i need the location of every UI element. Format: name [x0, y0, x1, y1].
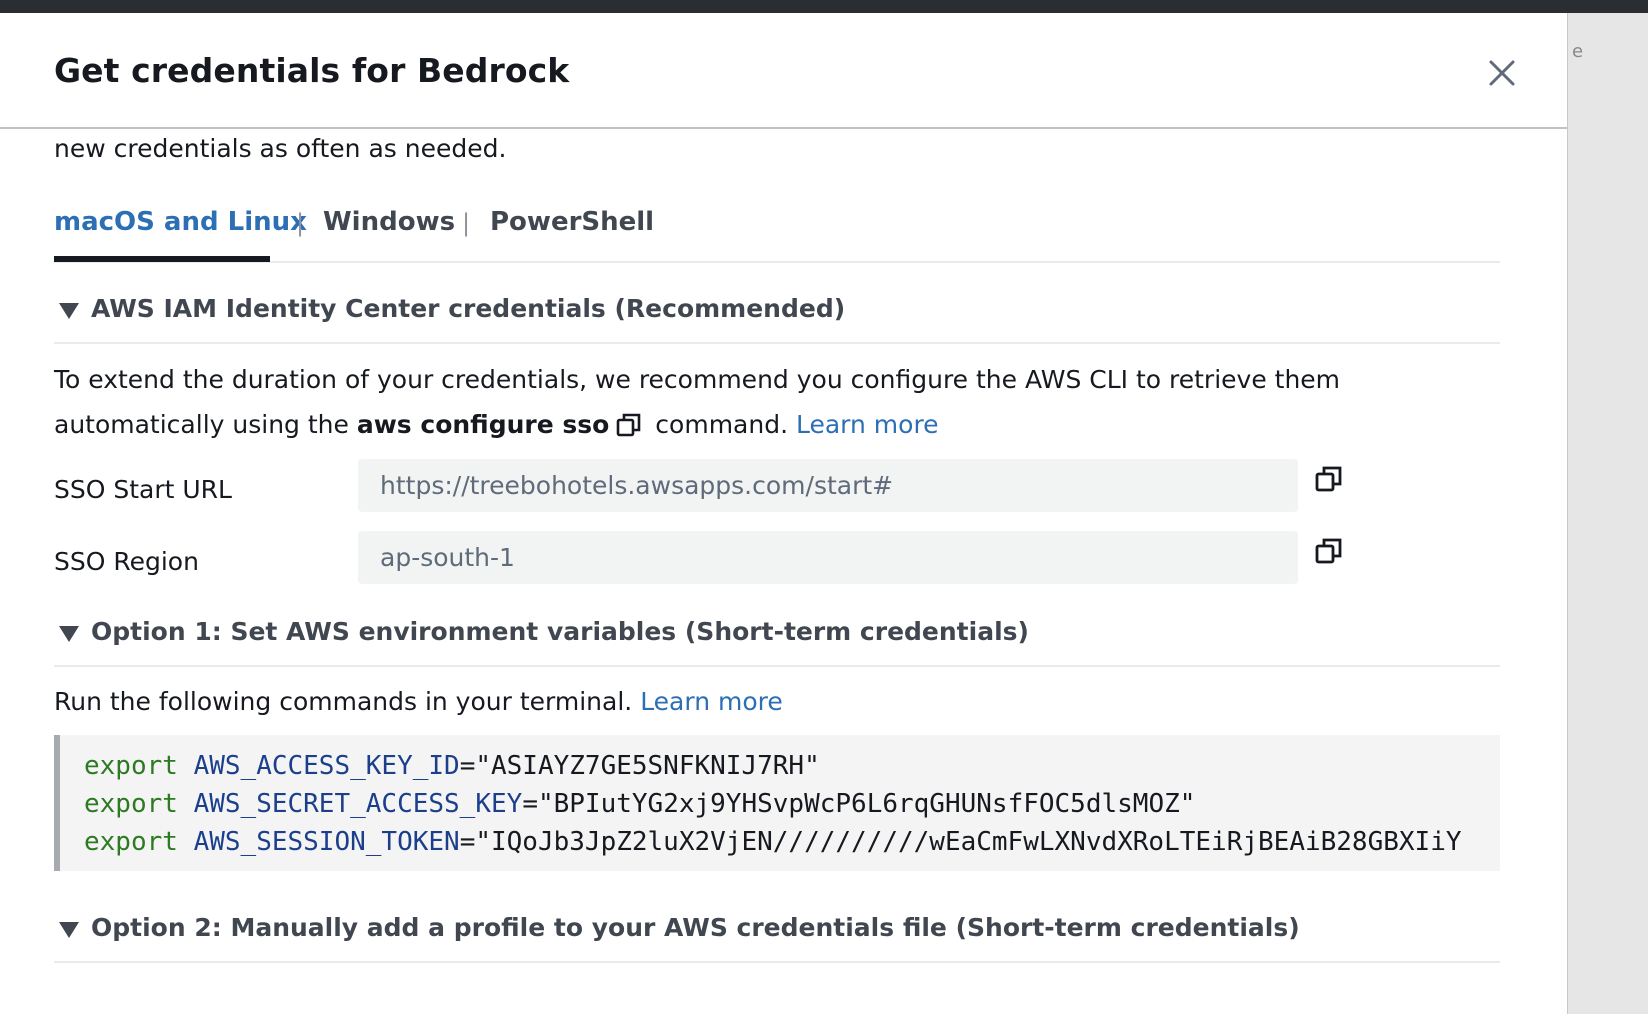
close-icon — [1489, 60, 1515, 86]
copy-icon — [1315, 538, 1342, 564]
copy-icon — [617, 413, 641, 437]
option2-section-toggle[interactable]: Option 2: Manually add a profile to your… — [54, 913, 1500, 963]
option1-heading: Option 1: Set AWS environment variables … — [91, 617, 1029, 646]
os-tabs: macOS and Linux | Windows | PowerShell — [54, 197, 1500, 263]
identity-center-desc-line1: To extend the duration of your credentia… — [54, 365, 1341, 394]
caret-down-icon — [59, 626, 79, 642]
tab-macos-linux[interactable]: macOS and Linux — [54, 207, 307, 237]
sso-region-label: SSO Region — [54, 547, 199, 576]
credentials-modal: Get credentials for Bedrock new credenti… — [0, 13, 1568, 1014]
desc-suffix: command. — [655, 410, 789, 439]
learn-more-link[interactable]: Learn more — [796, 410, 939, 439]
option1-learn-more-link[interactable]: Learn more — [640, 687, 783, 716]
code-line: export AWS_ACCESS_KEY_ID="ASIAYZ7GE5SNFK… — [84, 751, 820, 781]
code-keyword: export — [84, 789, 178, 819]
tab-powershell[interactable]: PowerShell — [490, 207, 654, 237]
copy-start-url-button[interactable] — [1314, 464, 1344, 494]
identity-center-desc-line2: automatically using the aws configure ss… — [54, 410, 939, 439]
code-variable: AWS_SECRET_ACCESS_KEY — [193, 789, 523, 819]
sso-region-field[interactable]: ap-south-1 — [358, 531, 1298, 584]
sso-command-text: aws configure sso — [356, 410, 610, 439]
active-tab-indicator — [54, 256, 270, 262]
browser-top-bar — [0, 0, 1648, 13]
code-keyword: export — [84, 827, 178, 857]
option1-desc: Run the following commands in your termi… — [54, 687, 783, 716]
sso-start-url-field[interactable]: https://treebohotels.awsapps.com/start# — [358, 459, 1298, 512]
option1-desc-text: Run the following commands in your termi… — [54, 687, 633, 716]
identity-center-heading: AWS IAM Identity Center credentials (Rec… — [91, 294, 846, 323]
desc-prefix: automatically using the — [54, 410, 349, 439]
modal-header: Get credentials for Bedrock — [0, 13, 1567, 129]
backdrop-text: e — [1572, 41, 1584, 62]
code-variable: AWS_ACCESS_KEY_ID — [193, 751, 460, 781]
close-button[interactable] — [1482, 53, 1522, 93]
env-commands-code-block[interactable]: export AWS_ACCESS_KEY_ID="ASIAYZ7GE5SNFK… — [54, 735, 1500, 871]
page-backdrop: e — [1566, 13, 1648, 1014]
caret-down-icon — [59, 303, 79, 319]
code-keyword: export — [84, 751, 178, 781]
caret-down-icon — [59, 922, 79, 938]
code-line: export AWS_SESSION_TOKEN="IQoJb3JpZ2luX2… — [84, 827, 1462, 857]
copy-region-button[interactable] — [1314, 536, 1344, 566]
modal-title: Get credentials for Bedrock — [54, 51, 570, 90]
sso-start-url-label: SSO Start URL — [54, 475, 232, 504]
code-value: "ASIAYZ7GE5SNFKNIJ7RH" — [475, 751, 820, 781]
code-value: "IQoJb3JpZ2luX2VjEN//////////wEaCmFwLXNv… — [475, 827, 1462, 857]
tab-windows[interactable]: Windows — [323, 207, 455, 237]
copy-command-button[interactable] — [615, 411, 643, 439]
code-variable: AWS_SESSION_TOKEN — [193, 827, 460, 857]
identity-center-section-toggle[interactable]: AWS IAM Identity Center credentials (Rec… — [54, 294, 1500, 344]
tab-separator: | — [296, 209, 305, 237]
tab-separator: | — [462, 209, 471, 237]
intro-text: new credentials as often as needed. — [54, 134, 507, 163]
option2-heading: Option 2: Manually add a profile to your… — [91, 913, 1300, 942]
code-line: export AWS_SECRET_ACCESS_KEY="BPIutYG2xj… — [84, 789, 1196, 819]
option1-section-toggle[interactable]: Option 1: Set AWS environment variables … — [54, 617, 1500, 667]
copy-icon — [1315, 466, 1342, 492]
code-value: "BPIutYG2xj9YHSvpWcP6L6rqGHUNsfFOC5dlsMO… — [537, 789, 1196, 819]
